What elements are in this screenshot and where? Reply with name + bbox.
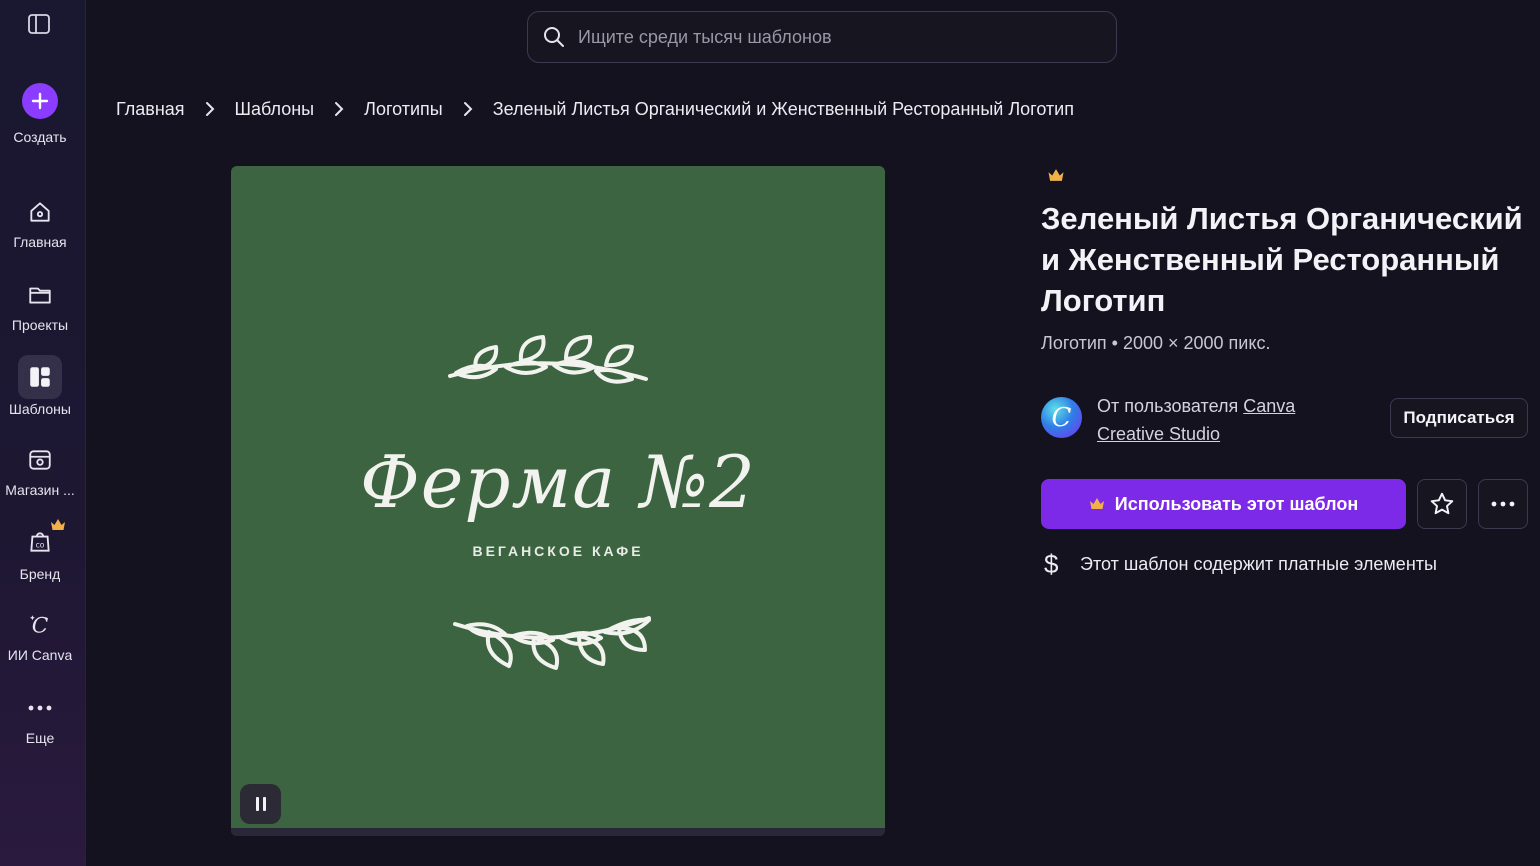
folder-icon — [18, 273, 62, 317]
logo-title: Ферма №2 — [360, 440, 756, 524]
paid-elements-notice: $ Этот шаблон содержит платные элементы — [1044, 548, 1437, 579]
breadcrumb-current: Зеленый Листья Органический и Женственны… — [492, 98, 1074, 119]
sidebar-item-projects[interactable]: Проекты — [0, 273, 80, 333]
use-template-button[interactable]: Использовать этот шаблон — [1041, 479, 1406, 529]
sidebar-item-label: Еще — [25, 730, 55, 746]
sidebar-item-label: Шаблоны — [9, 401, 71, 417]
paid-notice-text: Этот шаблон содержит платные элементы — [1080, 553, 1437, 574]
template-meta: Логотип • 2000 × 2000 пикс. — [1041, 333, 1271, 353]
pause-button[interactable] — [240, 784, 281, 824]
plus-icon — [31, 92, 49, 110]
sidebar-item-label: ИИ Canva — [7, 647, 73, 663]
leaf-branch-bottom-icon — [453, 616, 651, 670]
premium-crown-icon — [51, 519, 65, 530]
home-icon — [18, 190, 62, 234]
breadcrumb-templates[interactable]: Шаблоны — [235, 99, 315, 120]
use-template-label: Использовать этот шаблон — [1114, 493, 1359, 514]
dollar-icon: $ — [1044, 548, 1059, 579]
sidebar-item-brand[interactable]: co Бренд — [0, 519, 80, 582]
ai-icon: C — [18, 603, 62, 647]
logo-subtitle: ВЕГАНСКОЕ КАФЕ — [472, 543, 644, 559]
sidebar-item-label: Магазин ... — [5, 482, 75, 498]
svg-text:co: co — [36, 540, 45, 549]
search-input[interactable] — [578, 26, 1078, 48]
sidebar-item-create[interactable]: Создать — [0, 83, 80, 145]
breadcrumb-logos[interactable]: Логотипы — [364, 99, 443, 120]
chevron-right-icon — [334, 101, 344, 117]
sidebar-item-label: Главная — [13, 234, 67, 250]
search-bar[interactable] — [527, 11, 1117, 63]
search-icon — [544, 27, 564, 47]
author-text: От пользователя Canva Creative Studio — [1097, 392, 1337, 448]
star-icon — [1430, 492, 1454, 515]
sidebar-item-more[interactable]: Еще — [0, 686, 80, 746]
premium-crown-icon — [1048, 169, 1064, 181]
pause-icon — [255, 797, 266, 811]
sidebar-item-label: Создать — [13, 129, 67, 145]
sidebar-item-home[interactable]: Главная — [0, 190, 80, 250]
sidebar-toggle-button[interactable] — [26, 11, 52, 37]
more-icon — [18, 686, 62, 730]
sidebar: Создать Главная Проекты Шаблоны Магазин … — [0, 0, 86, 866]
template-preview[interactable]: Ферма №2 ВЕГАНСКОЕ КАФЕ — [231, 166, 885, 836]
sidebar-item-ai-canva[interactable]: C ИИ Canva — [0, 603, 80, 663]
leaf-branch-top-icon — [448, 335, 648, 384]
subscribe-button[interactable]: Подписаться — [1390, 398, 1528, 438]
breadcrumb-home[interactable]: Главная — [116, 99, 185, 120]
sidebar-item-store[interactable]: Магазин ... — [0, 438, 80, 498]
chevron-right-icon — [463, 101, 473, 117]
sidebar-toggle-icon — [28, 14, 50, 34]
favorite-button[interactable] — [1417, 479, 1467, 529]
more-options-button[interactable] — [1478, 479, 1528, 529]
author-row: C От пользователя Canva Creative Studio … — [1041, 392, 1531, 448]
preview-bottom-strip — [231, 828, 885, 836]
svg-text:C: C — [32, 614, 49, 638]
create-button[interactable] — [22, 83, 58, 119]
premium-crown-icon — [1089, 498, 1104, 509]
store-icon — [18, 438, 62, 482]
more-horizontal-icon — [1491, 501, 1515, 507]
sidebar-item-templates[interactable]: Шаблоны — [0, 355, 80, 417]
breadcrumb: Главная Шаблоны Логотипы Зеленый Листья … — [116, 96, 1074, 122]
avatar[interactable]: C — [1041, 397, 1082, 438]
template-title: Зеленый Листья Органический и Женственны… — [1041, 201, 1523, 318]
chevron-right-icon — [205, 101, 215, 117]
templates-icon — [18, 355, 62, 399]
author-prefix: От пользователя — [1097, 396, 1239, 416]
sidebar-item-label: Бренд — [19, 566, 61, 582]
sidebar-item-label: Проекты — [11, 317, 69, 333]
